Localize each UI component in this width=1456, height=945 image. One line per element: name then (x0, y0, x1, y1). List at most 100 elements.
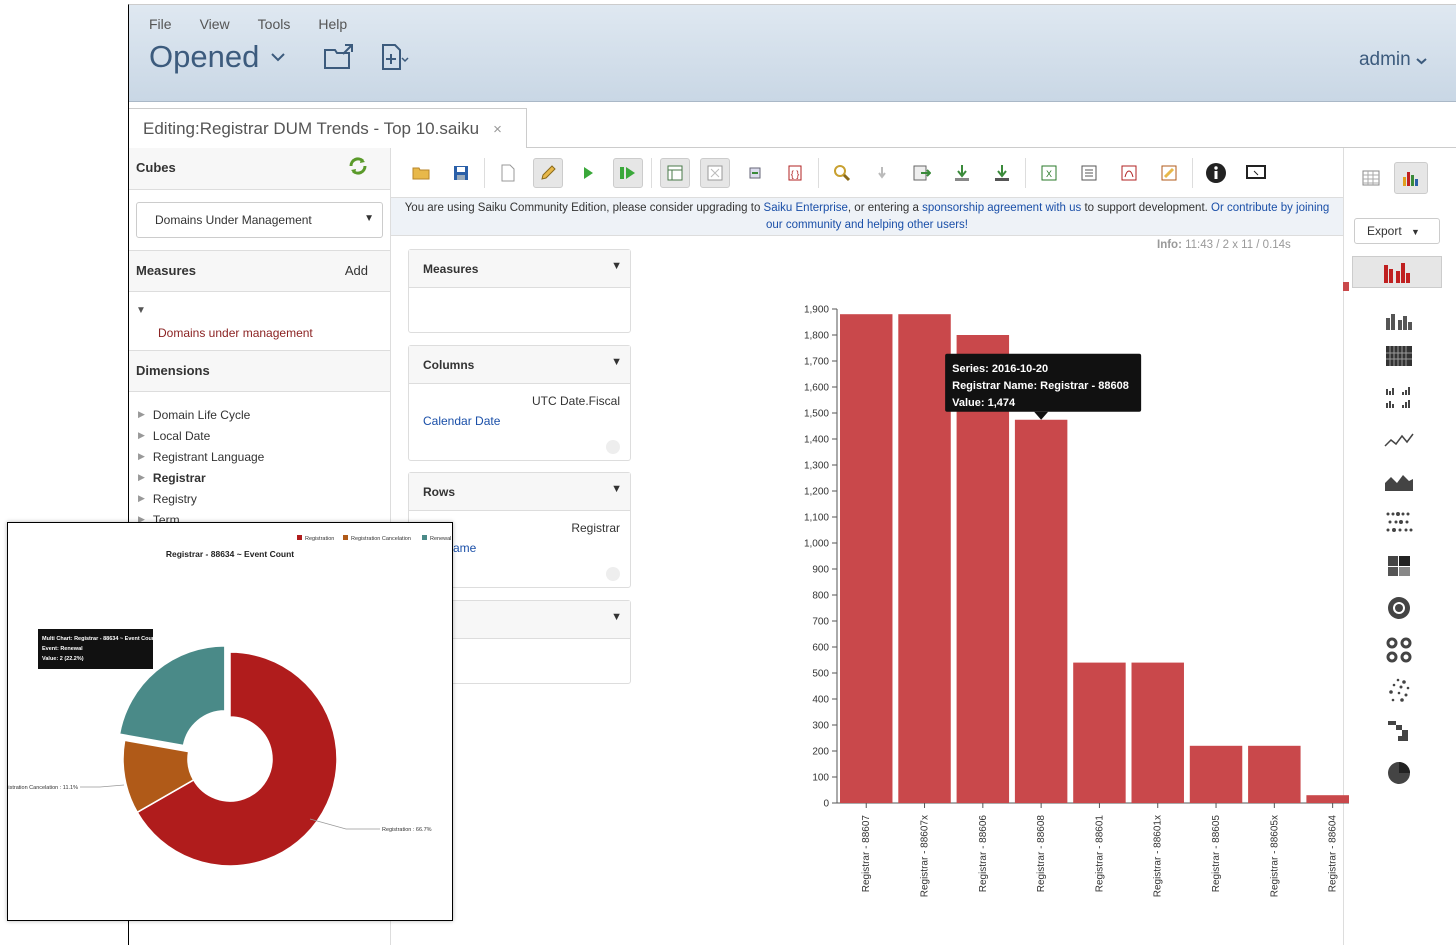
export-csv-icon[interactable] (1074, 158, 1104, 188)
multiple-bar-icon[interactable] (1366, 381, 1432, 413)
add-measure-button[interactable]: Add (345, 263, 368, 278)
scatter-icon[interactable] (1366, 674, 1432, 706)
open-folder-icon[interactable] (323, 42, 355, 72)
bar (840, 314, 893, 803)
drill-down-icon[interactable] (867, 158, 897, 188)
columns-dropzone[interactable]: UTC Date.Fiscal Calendar Date (409, 384, 630, 460)
columns-level: UTC Date.Fiscal (531, 394, 620, 408)
non-empty-icon[interactable]: { } (780, 158, 810, 188)
chevron-down-icon[interactable] (271, 49, 286, 65)
caret-down-icon[interactable]: ▼ (611, 356, 622, 368)
saiku-enterprise-link[interactable]: Saiku Enterprise (764, 202, 848, 214)
open-folder-icon[interactable] (406, 158, 436, 188)
measures-zone: Measures ▼ (408, 249, 631, 333)
x-tick-label: Registrar - 88601x (1153, 815, 1164, 897)
export-dropdown[interactable]: Export ▼ (1354, 218, 1440, 244)
menu-help[interactable]: Help (318, 16, 347, 32)
export-down-icon[interactable] (987, 158, 1017, 188)
expand-triangle-icon[interactable]: ▼ (136, 305, 146, 316)
fullscreen-icon[interactable] (1241, 158, 1271, 188)
waterfall-icon[interactable] (1366, 715, 1432, 747)
remove-icon[interactable] (606, 567, 620, 581)
show-mdx-icon[interactable] (947, 158, 977, 188)
opened-dropdown[interactable]: Opened (149, 39, 259, 75)
line-chart-icon[interactable] (1366, 424, 1432, 456)
automatic-execution-icon[interactable] (613, 157, 643, 188)
dimension-item[interactable]: ▶ Registrar (138, 467, 381, 488)
caret-down-icon[interactable]: ▼ (611, 611, 622, 623)
x-tick-label: Registrar - 88604 (1328, 815, 1339, 893)
chart-options-panel: Export ▼ (1343, 148, 1456, 945)
area-chart-icon[interactable] (1366, 466, 1432, 498)
bar (898, 314, 951, 803)
tab-bar: Editing:Registrar DUM Trends - Top 10.sa… (129, 102, 1456, 148)
bar-chart: 0 100 200 300 400 500 600 700 800 900 1,000 1,100 1,… (804, 282, 1349, 897)
notice-text: You are using Saiku Community Edition, p… (404, 202, 764, 214)
y-tick-label: 1,800 (804, 331, 829, 342)
table-view-icon[interactable] (1354, 162, 1388, 194)
svg-text:{ }: { } (791, 169, 800, 179)
menu-tools[interactable]: Tools (258, 16, 291, 32)
refresh-icon[interactable] (348, 157, 368, 178)
zone-title: Measures (423, 262, 479, 276)
dimension-item[interactable]: ▶ Registrant Language (138, 446, 381, 467)
edit-report-icon[interactable] (1154, 158, 1184, 188)
expand-arrow-icon: ▶ (138, 472, 145, 482)
dot-chart-icon[interactable] (1366, 506, 1432, 538)
columns-zone: Columns ▼ UTC Date.Fiscal Calendar Date (408, 345, 631, 461)
cubes-title: Cubes (136, 160, 176, 175)
swap-axis-icon[interactable] (907, 158, 937, 188)
export-xls-icon[interactable]: X (1034, 158, 1064, 188)
stacked-bar-icon[interactable] (1366, 304, 1432, 336)
new-document-icon[interactable] (493, 158, 523, 188)
cube-select[interactable]: Domains Under Management ▼ (136, 202, 383, 238)
run-query-icon[interactable] (573, 158, 603, 188)
measure-item[interactable]: Domains under management (158, 326, 383, 340)
user-menu[interactable]: admin (1359, 49, 1427, 71)
toolbar-divider (1192, 157, 1193, 188)
edit-pencil-icon[interactable] (533, 157, 563, 188)
dimension-item[interactable]: ▶ Registry (138, 488, 381, 509)
sunburst-icon[interactable] (1366, 592, 1432, 624)
query-tab[interactable]: Editing:Registrar DUM Trends - Top 10.sa… (129, 108, 527, 148)
info-icon[interactable] (1201, 158, 1231, 188)
dimension-item[interactable]: ▶ Domain Life Cycle (138, 404, 381, 425)
new-query-icon[interactable] (379, 42, 409, 72)
columns-member[interactable]: Calendar Date (423, 414, 500, 428)
toggle-sidebar-icon[interactable] (700, 157, 730, 188)
close-icon[interactable]: × (493, 121, 502, 138)
app-header: File View Tools Help Opened admin (129, 5, 1456, 102)
dimensions-title: Dimensions (136, 363, 210, 378)
pie-chart-icon[interactable] (1366, 757, 1432, 789)
legend-swatch (343, 535, 348, 540)
export-pdf-icon[interactable] (1114, 158, 1144, 188)
measures-dropzone[interactable] (409, 288, 630, 332)
hide-parents-icon[interactable] (740, 158, 770, 188)
stacked-100-icon[interactable] (1366, 340, 1432, 372)
dimension-item[interactable]: ▶ Local Date (138, 425, 381, 446)
save-icon[interactable] (446, 158, 476, 188)
caret-down-icon[interactable]: ▼ (611, 260, 622, 272)
slice-label: Registration : 66.7% (382, 827, 432, 833)
bar-chart-icon[interactable] (1352, 256, 1442, 288)
remove-icon[interactable] (606, 440, 620, 454)
heatmap-icon[interactable] (1366, 550, 1432, 582)
chart-view-icon[interactable] (1394, 162, 1428, 194)
legend-label: Registration (305, 536, 334, 542)
menu-view[interactable]: View (200, 16, 230, 32)
menu-file[interactable]: File (149, 16, 172, 32)
y-tick-label: 1,500 (804, 409, 829, 420)
toggle-fields-icon[interactable] (660, 157, 690, 188)
tab-label: Editing:Registrar DUM Trends - Top 10.sa… (143, 119, 480, 138)
caret-down-icon[interactable]: ▼ (611, 483, 622, 495)
bar (1014, 419, 1068, 803)
sponsorship-link[interactable]: sponsorship agreement with us (922, 202, 1081, 214)
tooltip-line: Registrar Name: Registrar - 88608 (952, 380, 1129, 392)
expand-arrow-icon: ▶ (138, 409, 145, 419)
y-tick-label: 400 (812, 695, 829, 706)
zone-title: Columns (423, 358, 475, 372)
multi-pie-icon[interactable] (1366, 634, 1432, 666)
view-tabs (1354, 162, 1428, 194)
y-tick-label: 600 (812, 643, 829, 654)
zoom-icon[interactable] (827, 158, 857, 188)
